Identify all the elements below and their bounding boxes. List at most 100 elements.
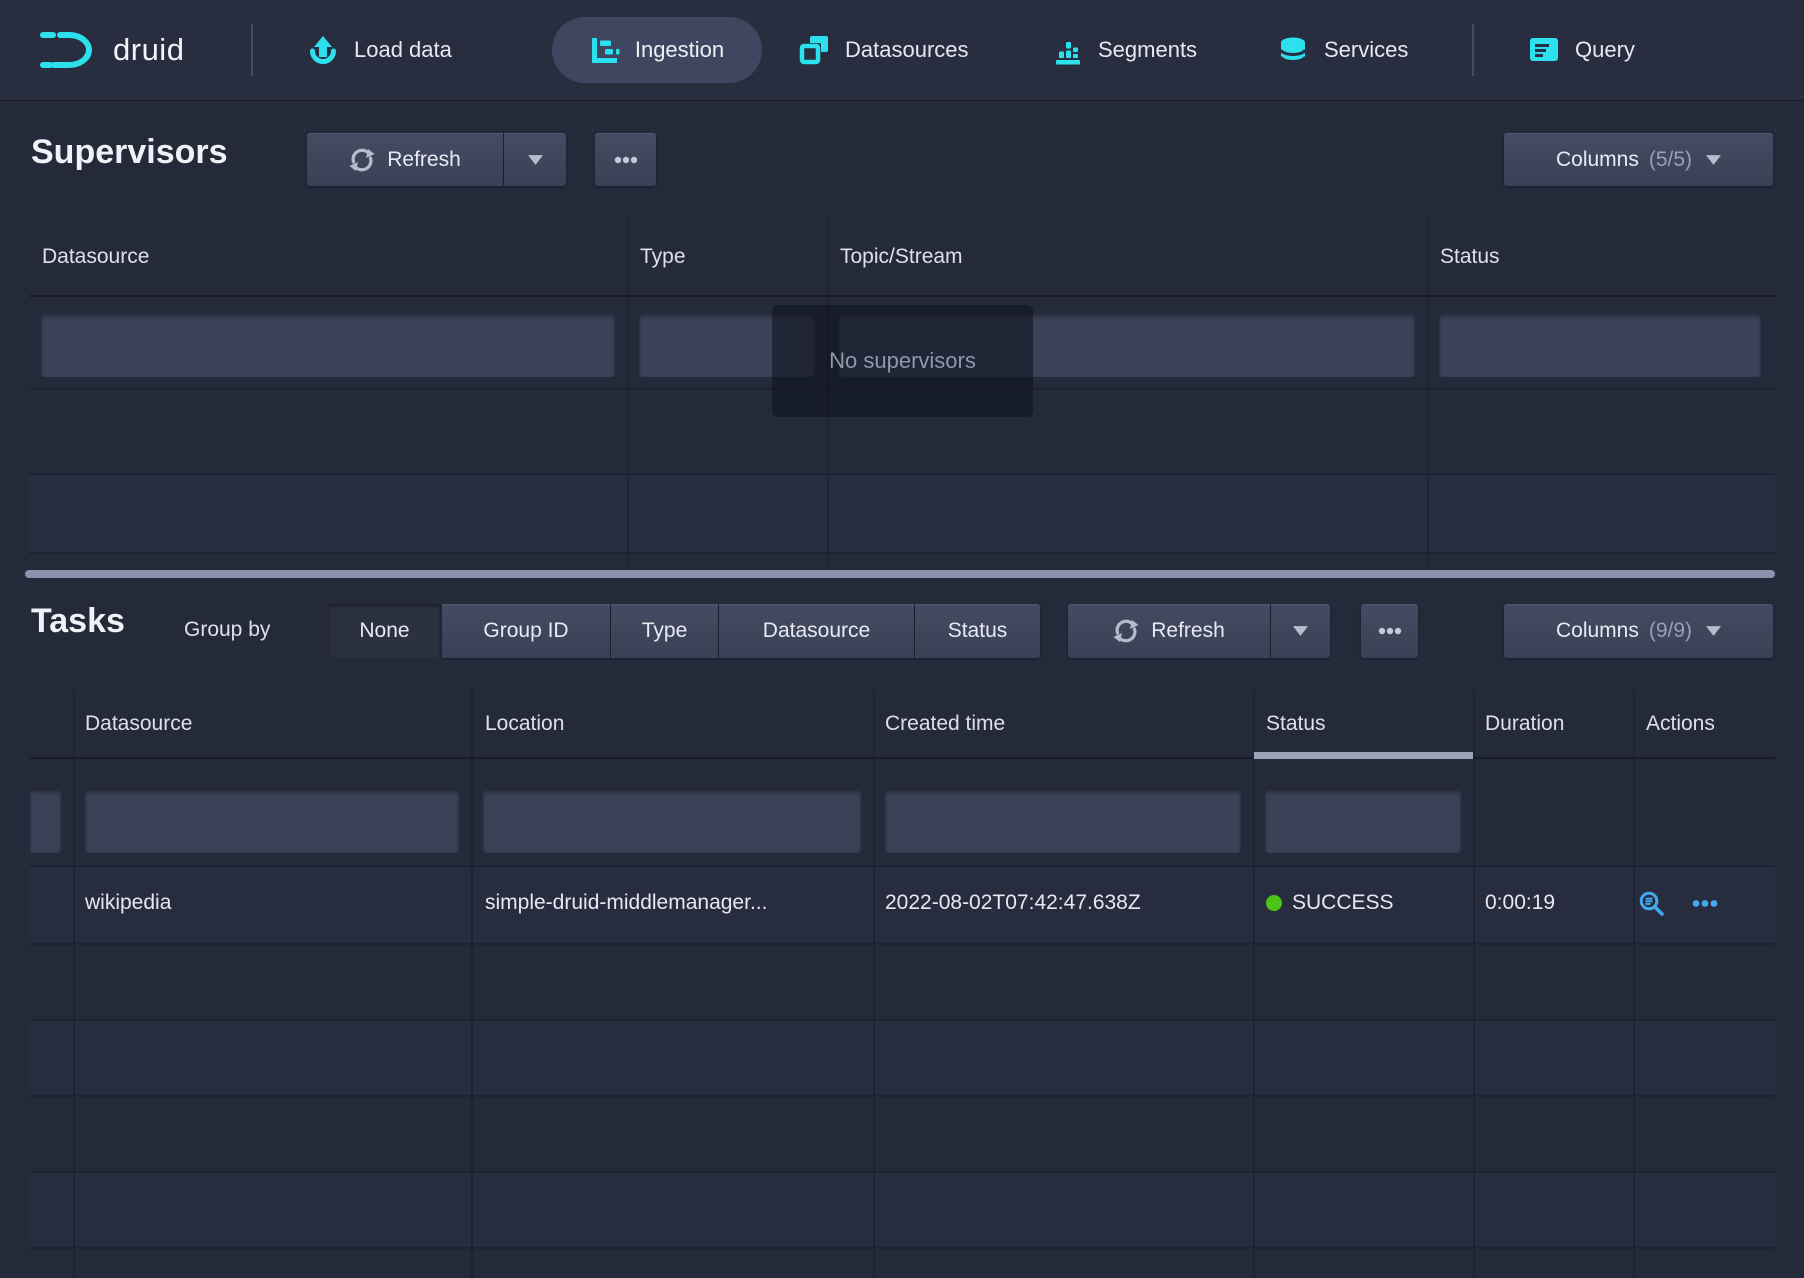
column-divider (1427, 219, 1429, 568)
nav-item-label: Load data (354, 37, 452, 63)
row-divider (30, 1247, 1775, 1249)
empty-message-text: No supervisors (829, 348, 976, 374)
columns-count: (5/5) (1649, 148, 1692, 172)
tasks-datasource-filter-input[interactable] (85, 790, 459, 853)
upload-icon (307, 34, 339, 66)
tasks-partial-column-filter-input[interactable] (30, 790, 61, 853)
brand-logo[interactable]: druid (38, 0, 184, 100)
group-by-label: Group by (184, 618, 270, 642)
supervisors-datasource-filter-input[interactable] (41, 314, 615, 377)
row-divider (29, 552, 1775, 554)
column-header-topic-stream[interactable]: Topic/Stream (840, 245, 963, 269)
group-by-status-button[interactable]: Status (915, 604, 1040, 658)
group-by-type-button[interactable]: Type (611, 604, 718, 658)
row-divider (30, 1095, 1775, 1097)
more-icon (1376, 618, 1404, 644)
services-icon (1277, 34, 1309, 66)
top-nav: druid Load data Ingestion (0, 0, 1804, 100)
druid-logo-icon (38, 26, 100, 74)
status-dot (1266, 895, 1282, 911)
cell-datasource: wikipedia (85, 891, 171, 915)
column-divider (1633, 690, 1635, 1278)
task-detail-search-icon[interactable] (1638, 890, 1665, 917)
query-icon (1528, 35, 1560, 65)
supervisors-more-button[interactable] (595, 133, 656, 186)
column-header-status[interactable]: Status (1266, 712, 1326, 736)
refresh-label: Refresh (387, 148, 461, 172)
section-splitter-handle[interactable] (25, 570, 1775, 578)
column-divider (1473, 690, 1475, 1278)
ingestion-icon (590, 35, 620, 65)
nav-item-label: Datasources (845, 37, 969, 63)
supervisors-title: Supervisors (31, 133, 228, 172)
nav-item-label: Segments (1098, 37, 1197, 63)
nav-item-label: Query (1575, 37, 1635, 63)
row-divider (29, 473, 1775, 475)
supervisors-columns-button[interactable]: Columns (5/5) (1504, 133, 1773, 186)
column-divider (1253, 690, 1255, 1278)
task-actions-more-icon[interactable] (1690, 890, 1720, 917)
row-divider (30, 943, 1775, 945)
tasks-refresh-button[interactable]: Refresh (1068, 604, 1270, 658)
columns-count: (9/9) (1649, 619, 1692, 643)
nav-item-label: Ingestion (635, 37, 724, 63)
column-header-duration[interactable]: Duration (1485, 712, 1564, 736)
refresh-icon (1113, 618, 1139, 644)
columns-label: Columns (1556, 619, 1639, 643)
group-by-group-id-button[interactable]: Group ID (442, 604, 610, 658)
no-supervisors-message: No supervisors (772, 305, 1033, 417)
header-divider (29, 295, 1775, 297)
supervisors-refresh-caret-button[interactable] (504, 133, 566, 186)
group-by-none-button[interactable]: None (328, 604, 441, 658)
column-divider (873, 690, 875, 1278)
brand-name: druid (113, 32, 184, 68)
supervisors-status-filter-input[interactable] (1439, 314, 1761, 377)
refresh-icon (349, 147, 375, 173)
supervisors-refresh-button[interactable]: Refresh (307, 133, 503, 186)
cell-duration: 0:00:19 (1485, 891, 1555, 915)
cell-location: simple-druid-middlemanager... (485, 891, 767, 915)
tasks-columns-button[interactable]: Columns (9/9) (1504, 604, 1773, 658)
column-header-actions[interactable]: Actions (1646, 712, 1715, 736)
header-divider (30, 757, 1775, 759)
column-divider (471, 690, 473, 1278)
row-divider (30, 1171, 1775, 1173)
caret-down-icon (528, 155, 543, 165)
druid-console: druid Load data Ingestion (0, 0, 1804, 1278)
nav-divider (251, 24, 253, 76)
caret-down-icon (1293, 626, 1308, 636)
cell-status: SUCCESS (1292, 891, 1394, 915)
segments-icon (1053, 34, 1083, 66)
refresh-label: Refresh (1151, 619, 1225, 643)
column-divider (627, 219, 629, 568)
datasources-icon (798, 34, 830, 66)
tasks-status-filter-input[interactable] (1265, 790, 1461, 853)
column-header-status[interactable]: Status (1440, 245, 1500, 269)
row-divider (30, 1019, 1775, 1021)
nav-item-datasources[interactable]: Datasources (798, 0, 969, 100)
column-divider (73, 690, 75, 1278)
nav-item-ingestion[interactable]: Ingestion (552, 17, 762, 83)
nav-item-query[interactable]: Query (1528, 0, 1635, 100)
more-icon (612, 147, 640, 173)
tasks-title: Tasks (31, 602, 125, 641)
nav-item-load-data[interactable]: Load data (307, 0, 452, 100)
tasks-refresh-caret-button[interactable] (1271, 604, 1330, 658)
column-header-created-time[interactable]: Created time (885, 712, 1005, 736)
tasks-created-time-filter-input[interactable] (885, 790, 1241, 853)
columns-label: Columns (1556, 148, 1639, 172)
sort-indicator-status (1254, 752, 1473, 759)
caret-down-icon (1706, 155, 1721, 165)
nav-item-segments[interactable]: Segments (1053, 0, 1197, 100)
table-row (30, 1019, 1775, 1095)
group-by-datasource-button[interactable]: Datasource (719, 604, 914, 658)
tasks-more-button[interactable] (1361, 604, 1418, 658)
column-header-type[interactable]: Type (640, 245, 686, 269)
cell-created-time: 2022-08-02T07:42:47.638Z (885, 891, 1141, 915)
tasks-location-filter-input[interactable] (483, 790, 861, 853)
column-header-location[interactable]: Location (485, 712, 564, 736)
nav-divider (1472, 24, 1474, 76)
column-header-datasource[interactable]: Datasource (85, 712, 192, 736)
nav-item-services[interactable]: Services (1277, 0, 1408, 100)
column-header-datasource[interactable]: Datasource (42, 245, 149, 269)
